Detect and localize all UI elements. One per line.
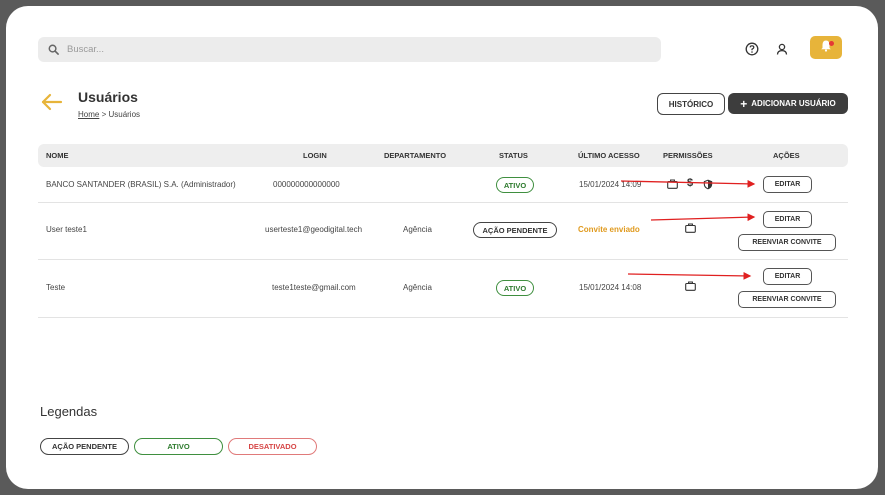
legend-pending-badge: AÇÃO PENDENTE (40, 438, 129, 455)
legend-active-badge: ATIVO (134, 438, 223, 455)
app-frame: Usuários Home > Usuários HISTÓRICO +ADIC… (6, 6, 878, 489)
annotation-arrow (650, 213, 756, 222)
legend-title: Legendas (40, 404, 98, 419)
legend-inactive-badge: DESATIVADO (228, 438, 317, 455)
annotation-arrow (620, 179, 756, 188)
annotation-arrow (627, 271, 752, 280)
annotation-arrows (620, 179, 756, 280)
